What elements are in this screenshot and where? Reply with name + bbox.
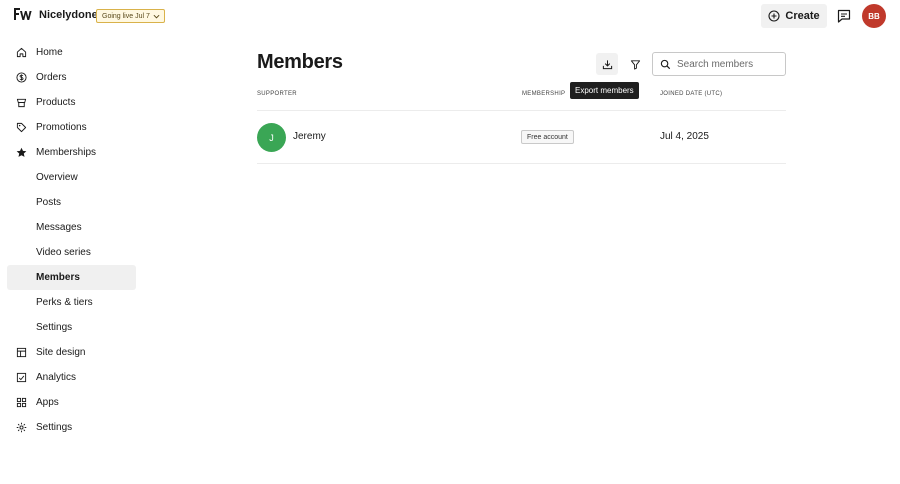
sidebar: Home Orders Products Promotions Membersh…: [7, 40, 136, 440]
plus-circle-icon: [768, 10, 780, 22]
row-divider: [257, 163, 786, 164]
sidebar-item-label: Promotions: [36, 122, 87, 133]
column-header-supporter[interactable]: SUPPORTER: [257, 91, 297, 97]
create-label: Create: [785, 10, 820, 22]
star-icon: [16, 147, 27, 157]
sidebar-item-label: Perks & tiers: [36, 297, 93, 308]
export-tooltip: Export members: [570, 82, 639, 99]
membership-badge: Free account: [521, 130, 574, 144]
percent-tag-icon: [16, 122, 27, 133]
sidebar-item-analytics[interactable]: Analytics: [7, 365, 136, 390]
sidebar-item-label: Settings: [36, 322, 73, 333]
sidebar-item-label: Products: [36, 97, 76, 108]
sidebar-item-messages[interactable]: Messages: [7, 215, 136, 240]
sidebar-item-products[interactable]: Products: [7, 90, 136, 115]
sidebar-item-label: Apps: [36, 397, 59, 408]
sidebar-item-membership-settings[interactable]: Settings: [7, 315, 136, 340]
grid-icon: [16, 397, 27, 408]
search-input[interactable]: [677, 56, 781, 72]
sidebar-item-label: Settings: [36, 422, 73, 433]
sidebar-item-posts[interactable]: Posts: [7, 190, 136, 215]
filter-button[interactable]: [626, 55, 644, 73]
top-bar: Nicelydone Going live Jul 7 Create BB: [0, 0, 900, 32]
sidebar-item-label: Overview: [36, 172, 78, 183]
sidebar-item-label: Video series: [36, 247, 91, 258]
sidebar-item-promotions[interactable]: Promotions: [7, 115, 136, 140]
sidebar-item-home[interactable]: Home: [7, 40, 136, 65]
fourthwall-logo[interactable]: [13, 6, 33, 22]
going-live-label: Going live Jul 7: [102, 12, 150, 20]
create-button[interactable]: Create: [761, 4, 827, 28]
chevron-down-icon: [153, 14, 160, 18]
chart-check-icon: [16, 372, 27, 383]
member-avatar: J: [257, 123, 286, 152]
filter-icon: [630, 59, 640, 70]
tag-icon: [16, 98, 27, 108]
column-header-joined-date[interactable]: JOINED DATE (UTC): [660, 91, 722, 97]
dollar-circle-icon: [16, 72, 27, 83]
member-name[interactable]: Jeremy: [293, 131, 326, 142]
sidebar-item-members[interactable]: Members: [7, 265, 136, 290]
site-name[interactable]: Nicelydone: [39, 9, 98, 21]
user-avatar[interactable]: BB: [862, 4, 886, 28]
sidebar-item-site-design[interactable]: Site design: [7, 340, 136, 365]
gear-icon: [16, 422, 27, 433]
page-title: Members: [257, 51, 343, 73]
sidebar-item-label: Analytics: [36, 372, 77, 383]
sidebar-item-settings[interactable]: Settings: [7, 415, 136, 440]
export-members-button[interactable]: [596, 53, 618, 75]
table-row[interactable]: J Jeremy Free account Jul 4, 2025: [257, 111, 786, 163]
sidebar-item-label: Messages: [36, 222, 82, 233]
sidebar-item-video-series[interactable]: Video series: [7, 240, 136, 265]
sidebar-item-label: Site design: [36, 347, 86, 358]
sidebar-item-overview[interactable]: Overview: [7, 165, 136, 190]
sidebar-item-label: Orders: [36, 72, 67, 83]
joined-date: Jul 4, 2025: [660, 131, 709, 142]
sidebar-item-label: Memberships: [36, 147, 97, 158]
home-icon: [16, 47, 27, 58]
going-live-dropdown[interactable]: Going live Jul 7: [96, 9, 165, 23]
sidebar-item-label: Members: [36, 272, 80, 283]
search-members-field[interactable]: [652, 52, 786, 76]
sidebar-item-perks-tiers[interactable]: Perks & tiers: [7, 290, 136, 315]
chat-icon[interactable]: [836, 8, 852, 24]
search-icon: [660, 59, 671, 70]
layout-icon: [16, 347, 27, 358]
sidebar-item-memberships[interactable]: Memberships: [7, 140, 136, 165]
column-header-membership[interactable]: MEMBERSHIP: [522, 91, 565, 97]
sidebar-item-label: Home: [36, 47, 63, 58]
sidebar-item-apps[interactable]: Apps: [7, 390, 136, 415]
download-icon: [602, 59, 612, 69]
sidebar-item-label: Posts: [36, 197, 62, 208]
sidebar-item-orders[interactable]: Orders: [7, 65, 136, 90]
